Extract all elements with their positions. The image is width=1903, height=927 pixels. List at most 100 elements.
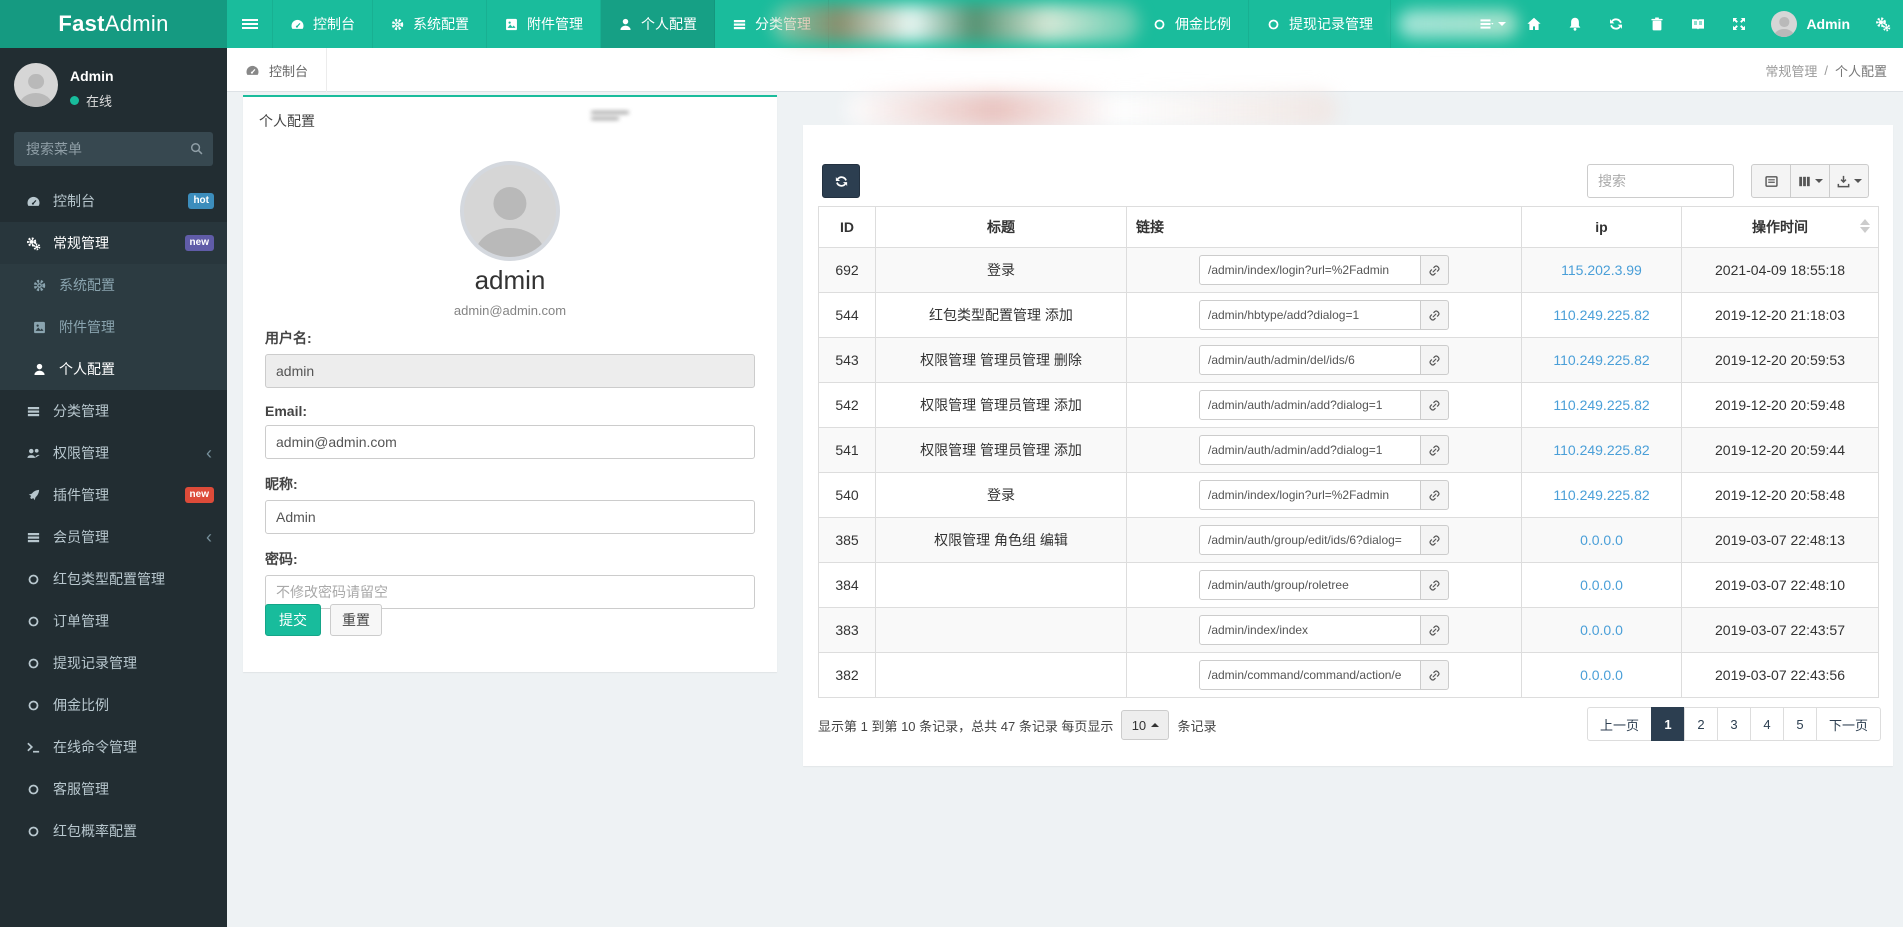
ip-link[interactable]: 110.249.225.82 [1553, 352, 1649, 368]
sidebar-item-佣金比例[interactable]: 佣金比例 [0, 684, 227, 726]
log-panel-tab[interactable] [584, 107, 647, 125]
open-link-button[interactable] [1420, 570, 1449, 600]
sidebar-item-控制台[interactable]: 控制台hot [0, 180, 227, 222]
export-button[interactable] [1829, 164, 1869, 198]
url-input[interactable] [1199, 300, 1421, 330]
field-input-0[interactable] [265, 354, 755, 388]
refresh-button[interactable] [822, 164, 860, 198]
navbar-menu: 控制台系统配置附件管理个人配置分类管理 [227, 0, 829, 48]
open-link-button[interactable] [1420, 615, 1449, 645]
ip-link[interactable]: 0.0.0.0 [1580, 577, 1623, 593]
pagination-next[interactable]: 下一页 [1816, 707, 1881, 741]
field-input-1[interactable] [265, 425, 755, 459]
cell-time: 2019-03-07 22:43:56 [1682, 653, 1879, 698]
sidebar-toggle-button[interactable] [227, 0, 273, 48]
sidebar-item-插件管理[interactable]: 插件管理new [0, 474, 227, 516]
reset-button[interactable]: 重置 [330, 604, 382, 636]
nav-item-佣金比例[interactable]: 佣金比例 [1135, 0, 1249, 48]
open-link-button[interactable] [1420, 480, 1449, 510]
nav-item-控制台[interactable]: 控制台 [273, 0, 373, 48]
menu-caret-button[interactable] [1472, 0, 1513, 48]
pagination-page-4[interactable]: 4 [1750, 707, 1784, 741]
pagination-page-2[interactable]: 2 [1684, 707, 1718, 741]
sidebar-item-提现记录管理[interactable]: 提现记录管理 [0, 642, 227, 684]
sidebar-item-会员管理[interactable]: 会员管理‹ [0, 516, 227, 558]
sidebar-item-label: 客服管理 [53, 779, 109, 799]
cell-title: 权限管理 角色组 编辑 [876, 518, 1127, 563]
tab-console-label: 控制台 [269, 61, 308, 80]
url-input[interactable] [1199, 660, 1421, 690]
page-size-select[interactable]: 10 [1121, 710, 1169, 740]
cell-title: 登录 [876, 248, 1127, 293]
navbar-user-menu[interactable]: Admin [1759, 0, 1862, 48]
trash-button[interactable] [1636, 0, 1677, 48]
sidebar-item-权限管理[interactable]: 权限管理‹ [0, 432, 227, 474]
sidebar-group-常规管理: 常规管理new系统配置附件管理个人配置 [0, 222, 227, 390]
menu-search-input[interactable] [14, 132, 213, 166]
sidebar-item-订单管理[interactable]: 订单管理 [0, 600, 227, 642]
pagination-page-5[interactable]: 5 [1783, 707, 1817, 741]
url-input[interactable] [1199, 570, 1421, 600]
settings-button[interactable] [1862, 0, 1903, 48]
ip-link[interactable]: 0.0.0.0 [1580, 667, 1623, 683]
pagination-page-3[interactable]: 3 [1717, 707, 1751, 741]
ip-link[interactable]: 110.249.225.82 [1553, 442, 1649, 458]
open-link-button[interactable] [1420, 345, 1449, 375]
table-search-input[interactable] [1587, 164, 1734, 198]
url-input[interactable] [1199, 480, 1421, 510]
circle-icon [25, 782, 42, 797]
open-link-button[interactable] [1420, 525, 1449, 555]
home-button[interactable] [1513, 0, 1554, 48]
pagination-page-1[interactable]: 1 [1651, 707, 1685, 741]
sidebar-item-附件管理[interactable]: 附件管理 [0, 306, 227, 348]
ip-link[interactable]: 110.249.225.82 [1553, 487, 1649, 503]
column-header-操作时间[interactable]: 操作时间 [1682, 207, 1879, 248]
url-input[interactable] [1199, 435, 1421, 465]
submit-button[interactable]: 提交 [265, 604, 321, 636]
url-input[interactable] [1199, 390, 1421, 420]
open-link-button[interactable] [1420, 435, 1449, 465]
circle-icon [25, 656, 42, 671]
url-input[interactable] [1199, 615, 1421, 645]
sidebar-item-红包概率配置[interactable]: 红包概率配置 [0, 810, 227, 852]
field-input-2[interactable] [265, 500, 755, 534]
sidebar-item-在线命令管理[interactable]: 在线命令管理 [0, 726, 227, 768]
refresh-button[interactable] [1595, 0, 1636, 48]
columns-button[interactable] [1790, 164, 1830, 198]
ip-link[interactable]: 0.0.0.0 [1580, 532, 1623, 548]
fullscreen-button[interactable] [1718, 0, 1759, 48]
nav-item-个人配置[interactable]: 个人配置 [601, 0, 715, 48]
detail-view-button[interactable] [1751, 164, 1791, 198]
ip-link[interactable]: 115.202.3.99 [1561, 262, 1642, 278]
sidebar-item-客服管理[interactable]: 客服管理 [0, 768, 227, 810]
breadcrumb-parent[interactable]: 常规管理 [1765, 61, 1817, 80]
sidebar-item-个人配置[interactable]: 个人配置 [0, 348, 227, 390]
ip-link[interactable]: 110.249.225.82 [1553, 397, 1649, 413]
tab-console[interactable]: 控制台 [227, 48, 327, 92]
pagination-prev[interactable]: 上一页 [1587, 707, 1652, 741]
language-button[interactable] [1677, 0, 1718, 48]
nav-item-系统配置[interactable]: 系统配置 [373, 0, 487, 48]
nav-item-附件管理[interactable]: 附件管理 [487, 0, 601, 48]
open-link-button[interactable] [1420, 660, 1449, 690]
brand-logo[interactable]: FastAdmin [0, 0, 227, 48]
refresh-icon [834, 174, 849, 189]
sidebar-item-常规管理[interactable]: 常规管理new [0, 222, 227, 264]
url-input[interactable] [1199, 345, 1421, 375]
open-link-button[interactable] [1420, 300, 1449, 330]
nav-item-提现记录管理[interactable]: 提现记录管理 [1249, 0, 1391, 48]
user-icon [618, 17, 633, 32]
open-link-button[interactable] [1420, 255, 1449, 285]
open-link-button[interactable] [1420, 390, 1449, 420]
list-icon [732, 17, 747, 32]
sidebar-item-红包类型配置管理[interactable]: 红包类型配置管理 [0, 558, 227, 600]
sidebar-item-系统配置[interactable]: 系统配置 [0, 264, 227, 306]
ip-link[interactable]: 110.249.225.82 [1553, 307, 1649, 323]
ip-link[interactable]: 0.0.0.0 [1580, 622, 1623, 638]
dashboard-icon [290, 17, 305, 32]
bell-button[interactable] [1554, 0, 1595, 48]
url-input[interactable] [1199, 255, 1421, 285]
sidebar-item-分类管理[interactable]: 分类管理 [0, 390, 227, 432]
url-input[interactable] [1199, 525, 1421, 555]
search-icon[interactable] [189, 141, 204, 156]
